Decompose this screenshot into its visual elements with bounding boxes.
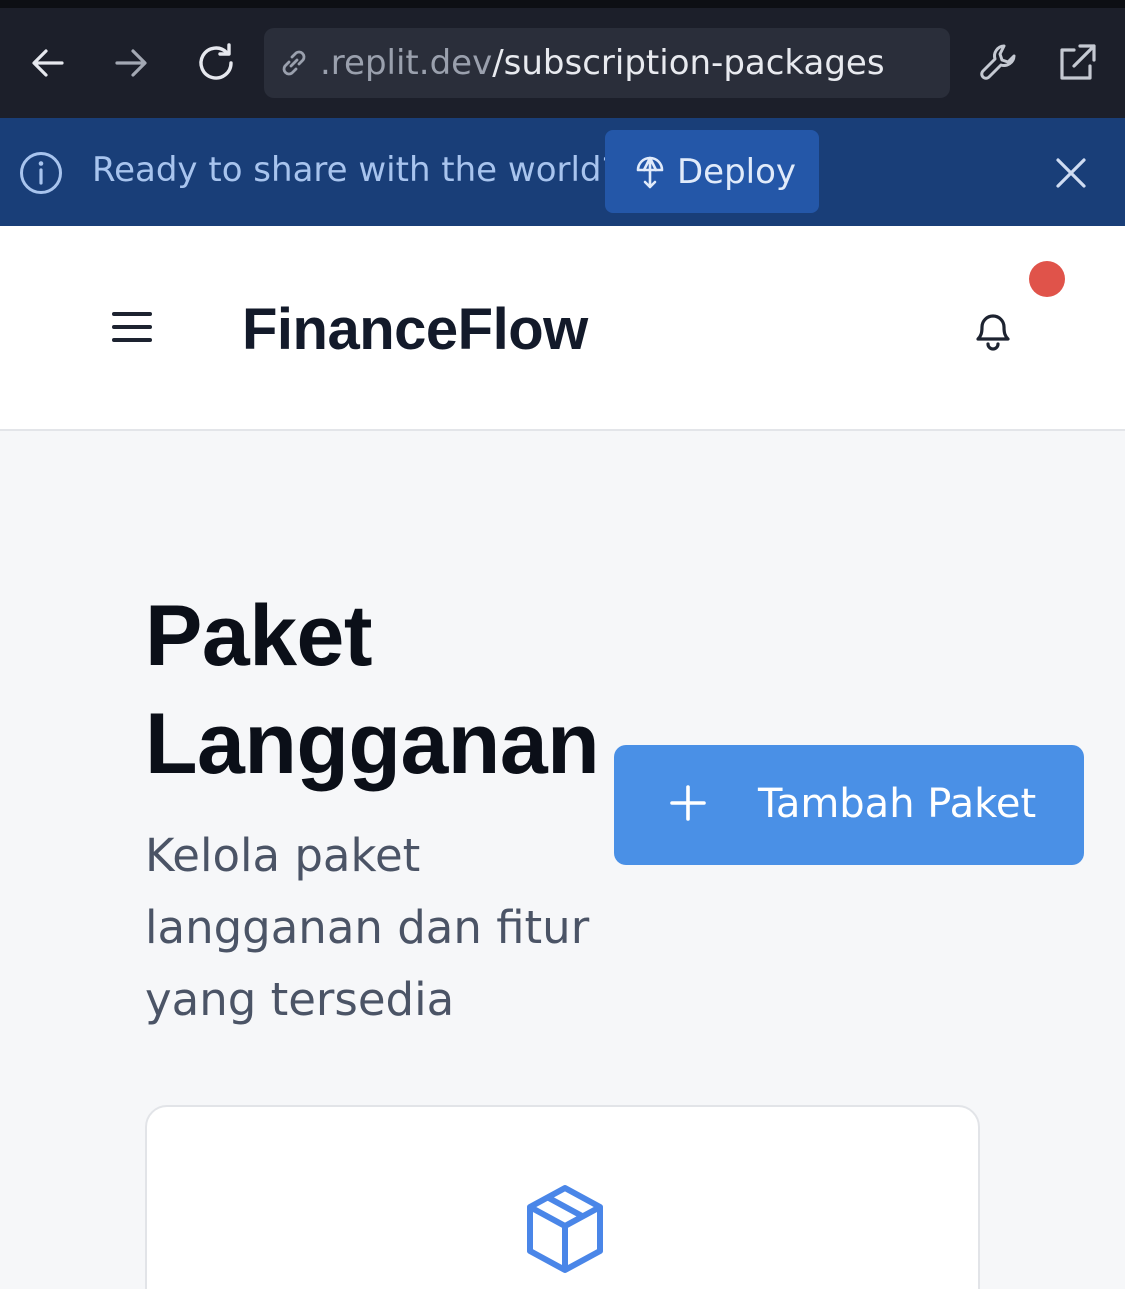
page-title: Paket Langganan xyxy=(145,582,600,798)
browser-toolbar: .replit.dev/subscription-packages xyxy=(0,0,1125,118)
package-card xyxy=(145,1105,980,1289)
menu-icon-bar xyxy=(112,338,152,342)
link-icon xyxy=(282,50,306,76)
devtools-button[interactable] xyxy=(974,38,1024,88)
bell-icon[interactable] xyxy=(968,304,1018,354)
deploy-label: Deploy xyxy=(677,151,797,192)
reload-button[interactable] xyxy=(191,38,241,88)
forward-button[interactable] xyxy=(106,38,156,88)
add-package-label: Tambah Paket xyxy=(758,781,1037,827)
banner-message: Ready to share with the world? xyxy=(92,150,620,190)
add-package-button[interactable]: Tambah Paket xyxy=(614,745,1084,865)
deploy-button[interactable]: Deploy xyxy=(605,130,819,213)
url-text: .replit.dev/subscription-packages xyxy=(320,43,885,83)
open-external-button[interactable] xyxy=(1052,38,1102,88)
brand-title: FinanceFlow xyxy=(242,297,588,362)
deploy-icon xyxy=(636,156,664,188)
menu-button[interactable] xyxy=(112,312,152,344)
close-icon[interactable] xyxy=(1054,156,1088,190)
package-icon xyxy=(527,1185,603,1273)
app-header: FinanceFlow xyxy=(0,226,1125,431)
address-bar[interactable]: .replit.dev/subscription-packages xyxy=(264,28,950,98)
page-title-line1: Paket xyxy=(145,588,373,684)
menu-icon-bar xyxy=(112,312,152,316)
arrow-left-icon xyxy=(32,49,64,77)
back-button[interactable] xyxy=(23,38,73,88)
plus-icon xyxy=(670,785,706,821)
arrow-right-icon xyxy=(115,49,147,77)
page-subtitle: Kelola paket langganan dan fitur yang te… xyxy=(145,829,590,1026)
wrench-icon xyxy=(980,44,1016,80)
notification-badge xyxy=(1029,261,1065,297)
menu-icon-bar xyxy=(112,325,152,329)
external-link-icon xyxy=(1060,44,1096,80)
url-path: /subscription-packages xyxy=(492,43,885,83)
deploy-banner: Ready to share with the world? Deploy xyxy=(0,118,1125,226)
url-domain: .replit.dev xyxy=(320,43,493,83)
page-title-line2: Langganan xyxy=(145,696,600,792)
info-icon xyxy=(20,152,62,194)
reload-icon xyxy=(199,43,233,80)
